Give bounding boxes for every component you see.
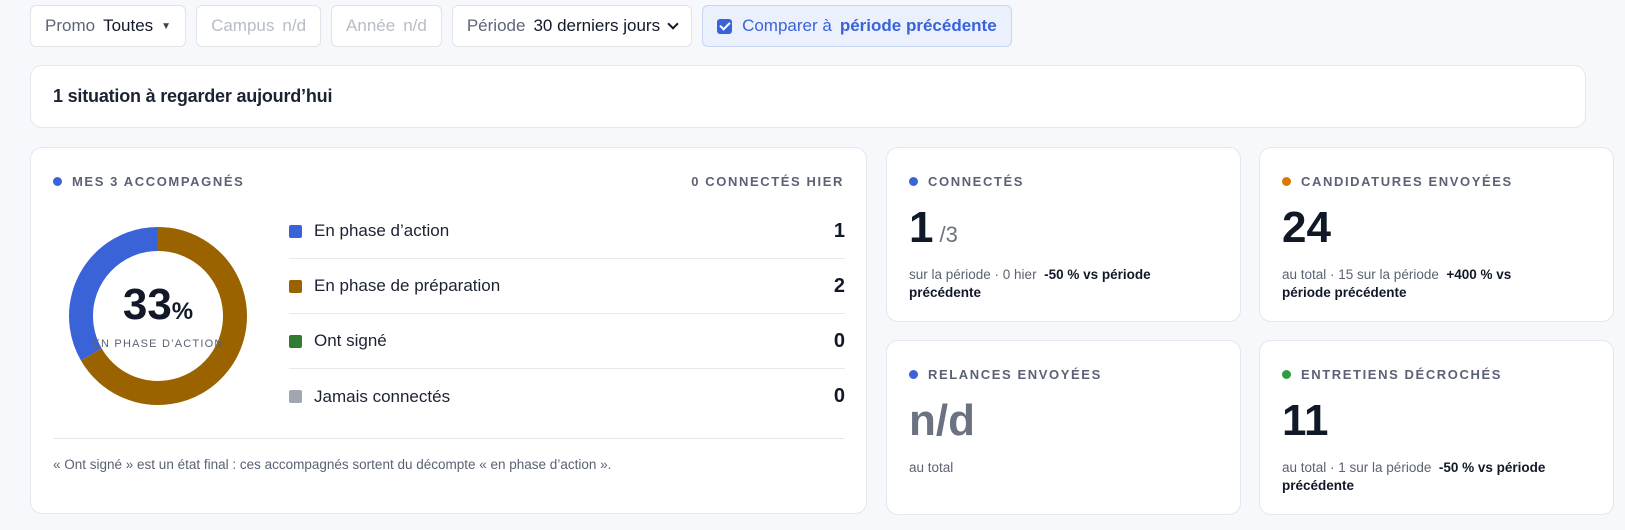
entretiens-meta: au total · 1 sur la période -50 % vs pér… <box>1282 459 1553 495</box>
candidatures-meta-text: au total · 15 sur la période <box>1282 267 1439 282</box>
connectes-meta-text: sur la période · 0 hier <box>909 267 1037 282</box>
entretiens-title-text: ENTRETIENS DÉCROCHÉS <box>1301 367 1503 382</box>
legend-value: 2 <box>833 274 845 297</box>
periode-filter[interactable]: Période 30 derniers jours <box>451 5 693 47</box>
donut-center: 33% EN PHASE D’ACTION <box>66 224 250 408</box>
annee-filter-label: Année <box>346 16 396 35</box>
connectes-hier: 0 CONNECTÉS HIER <box>691 174 844 189</box>
promo-filter-value: Toutes <box>103 16 154 35</box>
relances-title-text: RELANCES ENVOYÉES <box>928 367 1102 382</box>
connectes-title-text: CONNECTÉS <box>928 174 1025 189</box>
legend-swatch <box>289 224 302 238</box>
annee-filter-value: n/d <box>403 16 427 35</box>
relances-title: RELANCES ENVOYÉES <box>909 367 1102 382</box>
connectes-card[interactable]: CONNECTÉS 1/3 sur la période · 0 hier -5… <box>886 147 1241 322</box>
situation-text: 1 situation à regarder aujourd’hui <box>53 86 333 106</box>
entretiens-value: 11 <box>1282 396 1329 445</box>
connectes-number: 1 <box>909 203 934 252</box>
status-dot <box>53 177 62 186</box>
status-dot <box>1282 370 1291 379</box>
periode-filter-value: 30 derniers jours <box>533 16 661 35</box>
connectes-meta: sur la période · 0 hier -50 % vs période… <box>909 266 1180 302</box>
legend-value: 1 <box>833 219 845 242</box>
status-dot <box>1282 177 1291 186</box>
compare-checkbox[interactable] <box>717 18 733 34</box>
donut-percent: 33% <box>122 279 194 334</box>
compare-label: Comparer à <box>742 16 832 35</box>
legend-label: Ont signé <box>314 331 387 350</box>
legend-label: En phase de préparation <box>314 276 501 295</box>
legend-row-signe[interactable]: Ont signé 0 <box>289 314 845 369</box>
accompagnes-card: MES 3 ACCOMPAGNÉS 0 CONNECTÉS HIER 33% E… <box>30 147 867 514</box>
legend-row-action[interactable]: En phase d’action 1 <box>289 204 845 259</box>
candidatures-meta: au total · 15 sur la période +400 % vs p… <box>1282 266 1553 302</box>
filter-bar: Promo Toutes ▼ Campus n/d Année n/d Péri… <box>30 5 1012 47</box>
legend-label: En phase d’action <box>314 221 450 240</box>
caret-down-icon: ▼ <box>161 20 172 32</box>
campus-filter[interactable]: Campus n/d <box>196 5 322 47</box>
relances-value: n/d <box>909 396 975 445</box>
entretiens-title: ENTRETIENS DÉCROCHÉS <box>1282 367 1502 382</box>
accompagnes-title-text: MES 3 ACCOMPAGNÉS <box>72 174 245 189</box>
status-dot <box>909 370 918 379</box>
connectes-total: /3 <box>939 222 958 247</box>
relances-meta-text: au total <box>909 460 954 475</box>
candidatures-card[interactable]: CANDIDATURES ENVOYÉES 24 au total · 15 s… <box>1259 147 1614 322</box>
compare-value: période précédente <box>839 16 997 35</box>
status-dot <box>909 177 918 186</box>
footnote: « Ont signé » est un état final : ces ac… <box>53 457 612 472</box>
legend-swatch <box>289 279 302 293</box>
legend-swatch <box>289 334 302 348</box>
candidatures-title: CANDIDATURES ENVOYÉES <box>1282 174 1513 189</box>
situation-banner[interactable]: 1 situation à regarder aujourd’hui <box>30 65 1586 128</box>
entretiens-card[interactable]: ENTRETIENS DÉCROCHÉS 11 au total · 1 sur… <box>1259 340 1614 515</box>
promo-filter-label: Promo <box>45 16 96 35</box>
legend-row-jamais[interactable]: Jamais connectés 0 <box>289 369 845 424</box>
accompagnes-title: MES 3 ACCOMPAGNÉS <box>53 174 244 189</box>
compare-toggle[interactable]: Comparer à période précédente <box>702 5 1012 47</box>
campus-filter-value: n/d <box>282 16 307 35</box>
periode-filter-label: Période <box>466 16 526 35</box>
connectes-title: CONNECTÉS <box>909 174 1024 189</box>
relances-card[interactable]: RELANCES ENVOYÉES n/d au total <box>886 340 1241 515</box>
legend-value: 0 <box>833 385 845 407</box>
legend-swatch <box>289 390 302 403</box>
phase-legend: En phase d’action 1 En phase de préparat… <box>289 204 845 424</box>
legend-label: Jamais connectés <box>314 386 451 406</box>
campus-filter-label: Campus <box>211 16 275 35</box>
connectes-value: 1/3 <box>909 204 958 259</box>
divider <box>53 438 844 439</box>
entretiens-meta-text: au total · 1 sur la période <box>1282 460 1432 475</box>
legend-value: 0 <box>833 329 845 352</box>
candidatures-title-text: CANDIDATURES ENVOYÉES <box>1301 174 1513 189</box>
chevron-down-icon <box>667 18 679 30</box>
donut-percent-sign: % <box>171 297 194 325</box>
relances-meta: au total <box>909 459 1180 477</box>
promo-filter[interactable]: Promo Toutes ▼ <box>30 5 187 47</box>
donut-percent-value: 33 <box>122 279 172 329</box>
legend-row-preparation[interactable]: En phase de préparation 2 <box>289 259 845 314</box>
annee-filter[interactable]: Année n/d <box>331 5 442 47</box>
candidatures-value: 24 <box>1282 203 1331 252</box>
donut-label: EN PHASE D’ACTION <box>92 337 224 350</box>
